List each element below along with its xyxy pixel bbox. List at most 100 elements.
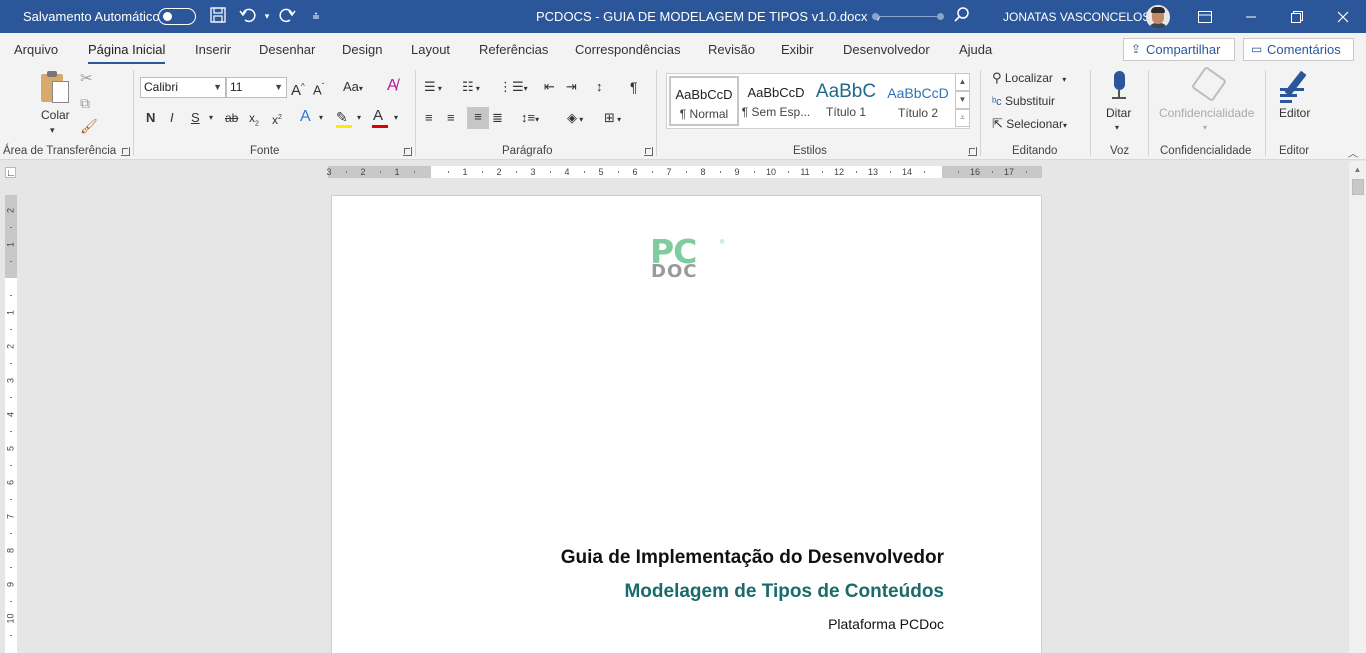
vertical-ruler[interactable]: 2 1 1 2 3 4 5 6 7 8 9 10 bbox=[5, 195, 17, 653]
font-name-combo[interactable]: Calibri ▼ bbox=[140, 77, 226, 98]
tab-revisao[interactable]: Revisão bbox=[708, 42, 755, 57]
multilevel-list-icon[interactable]: ⋮☰▾ bbox=[499, 77, 528, 99]
horizontal-ruler[interactable]: 3 2 1 1 2 3 4 5 6 7 8 9 10 11 12 13 14 16 17 bbox=[326, 166, 1042, 178]
tab-desenvolvedor[interactable]: Desenvolvedor bbox=[843, 42, 930, 57]
autosave-toggle[interactable] bbox=[158, 8, 196, 25]
pcdoc-logo: PC ® DOC bbox=[650, 232, 730, 283]
undo-dropdown-icon[interactable]: ▾ bbox=[257, 6, 277, 26]
minimize-button[interactable] bbox=[1228, 0, 1274, 33]
document-platform-text[interactable]: Plataforma PCDoc bbox=[828, 616, 944, 632]
change-case-icon[interactable]: Aa▾ bbox=[343, 77, 363, 99]
grow-font-icon[interactable]: A^ bbox=[291, 77, 305, 101]
font-color-dropdown-icon[interactable]: ▾ bbox=[394, 108, 398, 128]
strikethrough-icon[interactable]: ab bbox=[225, 108, 238, 128]
tab-layout[interactable]: Layout bbox=[411, 42, 450, 57]
sensitivity-icon[interactable] bbox=[1190, 65, 1228, 103]
paste-button[interactable]: Colar bbox=[41, 105, 70, 125]
vertical-scrollbar[interactable]: ▲ bbox=[1349, 161, 1366, 653]
decrease-indent-icon[interactable]: ⇤ bbox=[544, 77, 555, 97]
styles-scroll-up-icon[interactable]: ▲ bbox=[955, 73, 970, 91]
close-button[interactable] bbox=[1320, 0, 1366, 33]
document-heading[interactable]: Guia de Implementação do Desenvolvedor bbox=[561, 547, 944, 569]
tab-correspondencias[interactable]: Correspondências bbox=[575, 42, 681, 57]
superscript-icon[interactable]: x2 bbox=[272, 108, 282, 130]
underline-dropdown-icon[interactable]: ▾ bbox=[209, 108, 213, 128]
editor-button[interactable]: Editor bbox=[1279, 103, 1310, 123]
scroll-up-icon[interactable]: ▲ bbox=[1349, 163, 1366, 177]
highlight-icon[interactable]: ✎ bbox=[336, 107, 348, 127]
styles-launcher-icon[interactable] bbox=[968, 147, 977, 156]
show-formatting-marks-icon[interactable]: ¶ bbox=[630, 77, 638, 97]
document-page[interactable]: PC ® DOC Guia de Implementação do Desenv… bbox=[331, 195, 1042, 653]
save-icon-svg bbox=[210, 7, 226, 23]
style-no-spacing[interactable]: AaBbCcD ¶ Sem Esp... bbox=[741, 76, 811, 126]
shading-icon[interactable]: ◈ ▾ bbox=[567, 108, 583, 130]
font-color-icon[interactable]: A bbox=[373, 106, 383, 126]
clear-formatting-icon[interactable]: A̸ bbox=[387, 76, 398, 96]
tab-arquivo[interactable]: Arquivo bbox=[14, 42, 58, 57]
increase-indent-icon[interactable]: ⇥ bbox=[566, 77, 577, 97]
document-title[interactable]: PCDOCS - GUIA DE MODELAGEM DE TIPOS v1.0… bbox=[536, 9, 882, 24]
align-center-icon[interactable]: ≡ bbox=[447, 108, 455, 128]
italic-button[interactable]: I bbox=[170, 108, 174, 128]
underline-button[interactable]: S bbox=[191, 108, 200, 128]
font-size-combo[interactable]: 11 ▼ bbox=[226, 77, 287, 98]
select-button[interactable]: ⇱ Selecionar▾ bbox=[992, 114, 1067, 136]
align-left-icon[interactable]: ≡ bbox=[425, 108, 433, 128]
tab-design[interactable]: Design bbox=[342, 42, 382, 57]
save-icon[interactable] bbox=[208, 6, 228, 26]
comments-button[interactable]: ▭ Comentários bbox=[1243, 38, 1354, 61]
tab-inserir[interactable]: Inserir bbox=[195, 42, 231, 57]
subscript-icon[interactable]: x2 bbox=[249, 108, 259, 134]
shrink-font-icon[interactable]: Aˇ bbox=[313, 77, 324, 100]
tab-selector-icon[interactable]: ∟ bbox=[5, 167, 16, 179]
sensitivity-dropdown-icon[interactable]: ▾ bbox=[1203, 118, 1207, 138]
dictate-dropdown-icon[interactable]: ▾ bbox=[1115, 118, 1119, 138]
numbering-icon[interactable]: ☷ ▾ bbox=[462, 77, 480, 99]
justify-icon[interactable]: ≣ bbox=[492, 108, 503, 128]
tab-referencias[interactable]: Referências bbox=[479, 42, 548, 57]
redo-icon[interactable] bbox=[277, 6, 297, 26]
tab-ajuda[interactable]: Ajuda bbox=[959, 42, 992, 57]
cut-icon[interactable]: ✂ bbox=[80, 69, 93, 89]
styles-more-icon[interactable]: ⩡ bbox=[955, 109, 970, 127]
paste-icon[interactable] bbox=[41, 71, 71, 105]
user-avatar[interactable] bbox=[1146, 5, 1170, 29]
tab-desenhar[interactable]: Desenhar bbox=[259, 42, 315, 57]
tab-pagina-inicial[interactable]: Página Inicial bbox=[88, 42, 166, 64]
user-name[interactable]: JONATAS VASCONCELOS bbox=[1003, 10, 1150, 24]
undo-icon[interactable] bbox=[238, 6, 258, 26]
paste-dropdown-icon[interactable]: ▾ bbox=[50, 120, 55, 140]
text-effects-icon[interactable]: A bbox=[300, 107, 311, 127]
microphone-icon[interactable] bbox=[1111, 71, 1127, 101]
collapse-ribbon-icon[interactable]: ︿ bbox=[1346, 145, 1360, 160]
text-effects-dropdown-icon[interactable]: ▾ bbox=[319, 108, 323, 128]
style-heading-2[interactable]: AaBbCcD Título 2 bbox=[883, 76, 953, 126]
bold-button[interactable]: N bbox=[146, 108, 155, 128]
share-button[interactable]: ⇪ Compartilhar bbox=[1123, 38, 1235, 61]
paragraph-launcher-icon[interactable] bbox=[644, 147, 653, 156]
sort-icon[interactable]: ↕ bbox=[596, 77, 603, 97]
style-normal[interactable]: AaBbCcD ¶ Normal bbox=[669, 76, 739, 126]
editor-pen-icon[interactable] bbox=[1280, 70, 1310, 103]
restore-button[interactable] bbox=[1274, 0, 1320, 33]
search-icon[interactable] bbox=[952, 6, 972, 26]
scrollbar-thumb[interactable] bbox=[1352, 179, 1364, 195]
ribbon-display-options-icon[interactable] bbox=[1182, 0, 1228, 33]
styles-scroll-down-icon[interactable]: ▼ bbox=[955, 91, 970, 109]
copy-icon[interactable]: ⧉ bbox=[80, 93, 90, 113]
bullets-icon[interactable]: ☰ ▾ bbox=[424, 77, 442, 99]
clipboard-launcher-icon[interactable] bbox=[121, 147, 130, 156]
customize-toolbar-icon[interactable]: ⩮ bbox=[306, 6, 326, 26]
style-heading-1[interactable]: AaBbC Título 1 bbox=[811, 76, 881, 126]
find-button[interactable]: ⚲ Localizar ▾ bbox=[992, 68, 1066, 90]
line-spacing-icon[interactable]: ↕≡▾ bbox=[521, 108, 539, 130]
font-launcher-icon[interactable] bbox=[403, 147, 412, 156]
replace-button[interactable]: ᵇc Substituir bbox=[992, 91, 1055, 112]
highlight-dropdown-icon[interactable]: ▾ bbox=[357, 108, 361, 128]
format-painter-icon[interactable]: 🖌 bbox=[80, 116, 98, 136]
document-subheading[interactable]: Modelagem de Tipos de Conteúdos bbox=[624, 581, 944, 603]
align-right-icon[interactable]: ≡ bbox=[467, 107, 489, 129]
tab-exibir[interactable]: Exibir bbox=[781, 42, 814, 57]
borders-icon[interactable]: ⊞ ▾ bbox=[604, 108, 621, 130]
